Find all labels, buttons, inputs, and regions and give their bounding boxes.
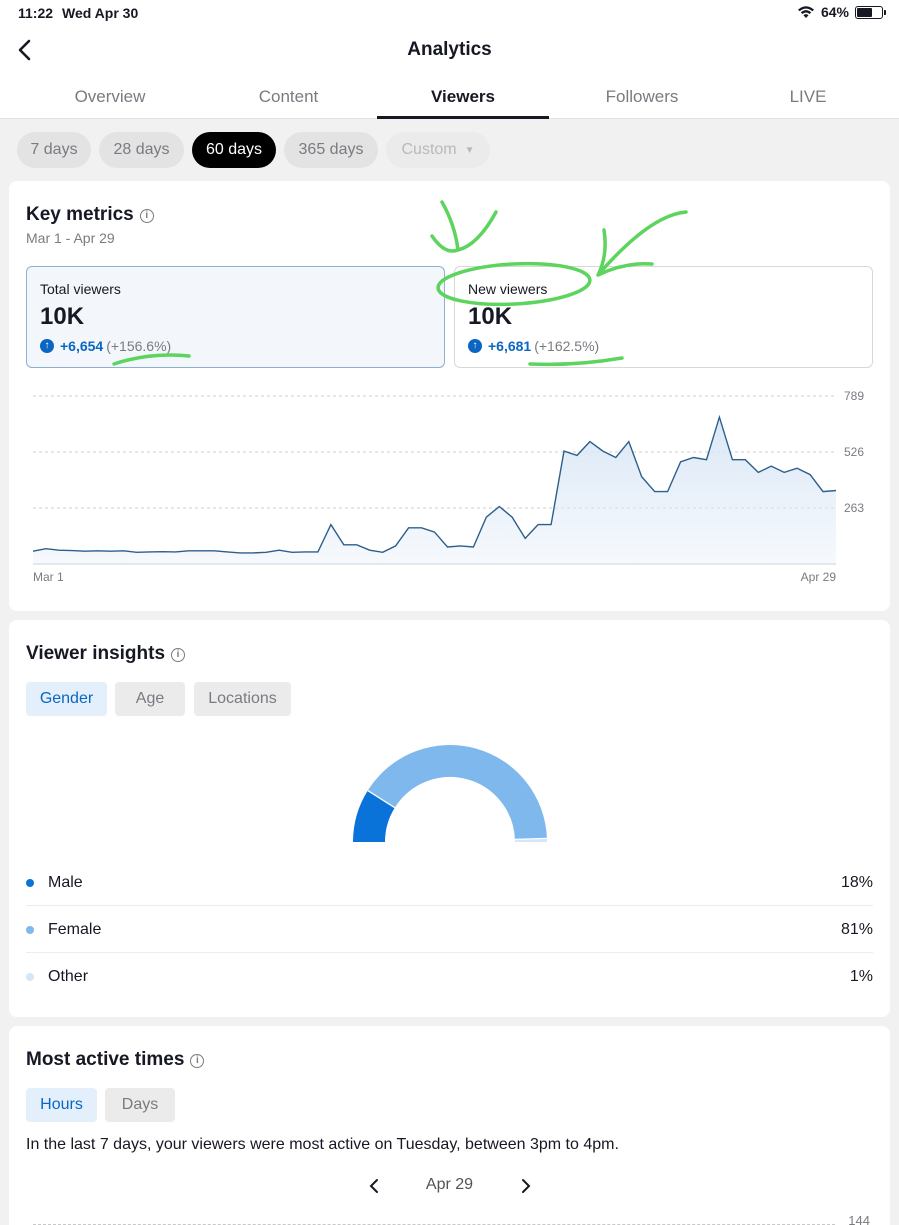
chart-x-end-label: Apr 29 (801, 570, 837, 584)
key-metrics-title: Key metrics i (26, 204, 154, 226)
legend-row-other: Other 1% (26, 954, 873, 1000)
status-right: 64% (797, 4, 886, 20)
info-icon[interactable]: i (139, 209, 154, 223)
header: Analytics (0, 26, 899, 74)
info-icon[interactable]: i (171, 648, 186, 662)
segment-gender[interactable]: Gender (26, 682, 107, 716)
legend-dot-male (26, 879, 34, 887)
legend-pct-other: 1% (849, 968, 873, 985)
most-active-times-card: Most active times i Hours Days In the las… (9, 1026, 890, 1225)
arrow-up-icon: ↑ (40, 339, 54, 353)
chart-x-start-label: Mar 1 (33, 570, 64, 584)
key-metrics-title-text: Key metrics (26, 204, 134, 225)
total-viewers-delta: ↑ +6,654 (+156.6%) (40, 338, 171, 354)
new-viewers-delta: ↑ +6,681 (+162.5%) (468, 338, 599, 354)
new-viewers-value: 10K (468, 303, 513, 330)
page-title: Analytics (407, 39, 492, 60)
legend-row-male: Male 18% (26, 860, 873, 906)
wifi-icon (797, 6, 814, 18)
tab-viewers[interactable]: Viewers (377, 87, 549, 107)
donut-segment-female (368, 745, 547, 841)
period-selector: 7 days 28 days 60 days 365 days Custom ▼ (0, 119, 899, 181)
period-custom-label: Custom (401, 141, 457, 158)
active-times-date: Apr 29 (425, 1176, 474, 1193)
most-active-times-title-text: Most active times (26, 1049, 185, 1070)
battery-percent: 64% (820, 4, 849, 20)
new-viewers-card[interactable]: New viewers 10K ↑ +6,681 (+162.5%) (454, 266, 873, 368)
active-times-description: In the last 7 days, your viewers were mo… (26, 1136, 619, 1153)
tab-content[interactable]: Content (200, 87, 377, 107)
new-viewers-label: New viewers (468, 281, 548, 297)
legend-name-male: Male (48, 874, 83, 891)
status-date: Wed Apr 30 (62, 5, 139, 21)
chart-y-tick-label: 526 (844, 445, 864, 459)
chart-y-tick-label: 789 (844, 389, 864, 403)
legend-dot-other (26, 973, 34, 981)
period-custom[interactable]: Custom ▼ (386, 132, 490, 168)
key-metrics-card: Key metrics i Mar 1 - Apr 29 Total viewer… (9, 181, 890, 611)
viewer-insights-card: Viewer insights i Gender Age Locations Ma… (9, 620, 890, 1017)
date-navigator: Apr 29 (9, 1174, 890, 1198)
new-viewers-delta-pct: (+162.5%) (534, 338, 600, 354)
tab-live[interactable]: LIVE (735, 87, 881, 107)
donut-segment-male (353, 790, 396, 843)
total-viewers-value: 10K (40, 303, 85, 330)
chevron-right-icon[interactable] (513, 1174, 537, 1198)
status-bar: 11:22 Wed Apr 30 64% (0, 0, 899, 26)
chart-area-fill (33, 417, 836, 564)
legend-dot-female (26, 926, 34, 934)
total-viewers-delta-abs: +6,654 (60, 338, 104, 354)
period-60-days[interactable]: 60 days (192, 132, 276, 168)
total-viewers-card[interactable]: Total viewers 10K ↑ +6,654 (+156.6%) (26, 266, 445, 368)
arrow-up-icon: ↑ (468, 339, 482, 353)
legend-row-female: Female 81% (26, 907, 873, 953)
period-28-days[interactable]: 28 days (99, 132, 184, 168)
legend-pct-female: 81% (840, 921, 873, 938)
tab-overview[interactable]: Overview (20, 87, 200, 107)
caret-down-icon: ▼ (464, 144, 475, 156)
segment-hours[interactable]: Hours (26, 1088, 97, 1122)
gender-half-donut-chart (353, 745, 547, 843)
new-viewers-delta-abs: +6,681 (488, 338, 532, 354)
segment-age[interactable]: Age (115, 682, 185, 716)
legend-pct-male: 18% (840, 874, 873, 891)
period-365-days[interactable]: 365 days (284, 132, 378, 168)
legend-name-other: Other (48, 968, 89, 985)
battery-icon (855, 5, 886, 19)
tab-followers[interactable]: Followers (549, 87, 735, 107)
active-times-y-tick: 144 (848, 1213, 870, 1225)
tab-bar: Overview Content Viewers Followers LIVE (0, 74, 899, 119)
segment-locations[interactable]: Locations (194, 682, 291, 716)
segment-days[interactable]: Days (105, 1088, 175, 1122)
total-viewers-delta-pct: (+156.6%) (106, 338, 172, 354)
most-active-times-title: Most active times i (26, 1049, 205, 1071)
status-time: 11:22 (18, 5, 54, 21)
info-icon[interactable]: i (190, 1054, 205, 1068)
period-7-days[interactable]: 7 days (17, 132, 91, 168)
legend-name-female: Female (48, 921, 102, 938)
total-viewers-label: Total viewers (40, 281, 121, 297)
viewers-area-chart: 789 526 263 Mar 1 Apr 29 (32, 389, 864, 584)
viewer-insights-title-text: Viewer insights (26, 643, 166, 664)
chart-y-tick-label: 263 (844, 501, 864, 515)
viewer-insights-title: Viewer insights i (26, 643, 186, 665)
key-metrics-date-range: Mar 1 - Apr 29 (26, 230, 115, 246)
